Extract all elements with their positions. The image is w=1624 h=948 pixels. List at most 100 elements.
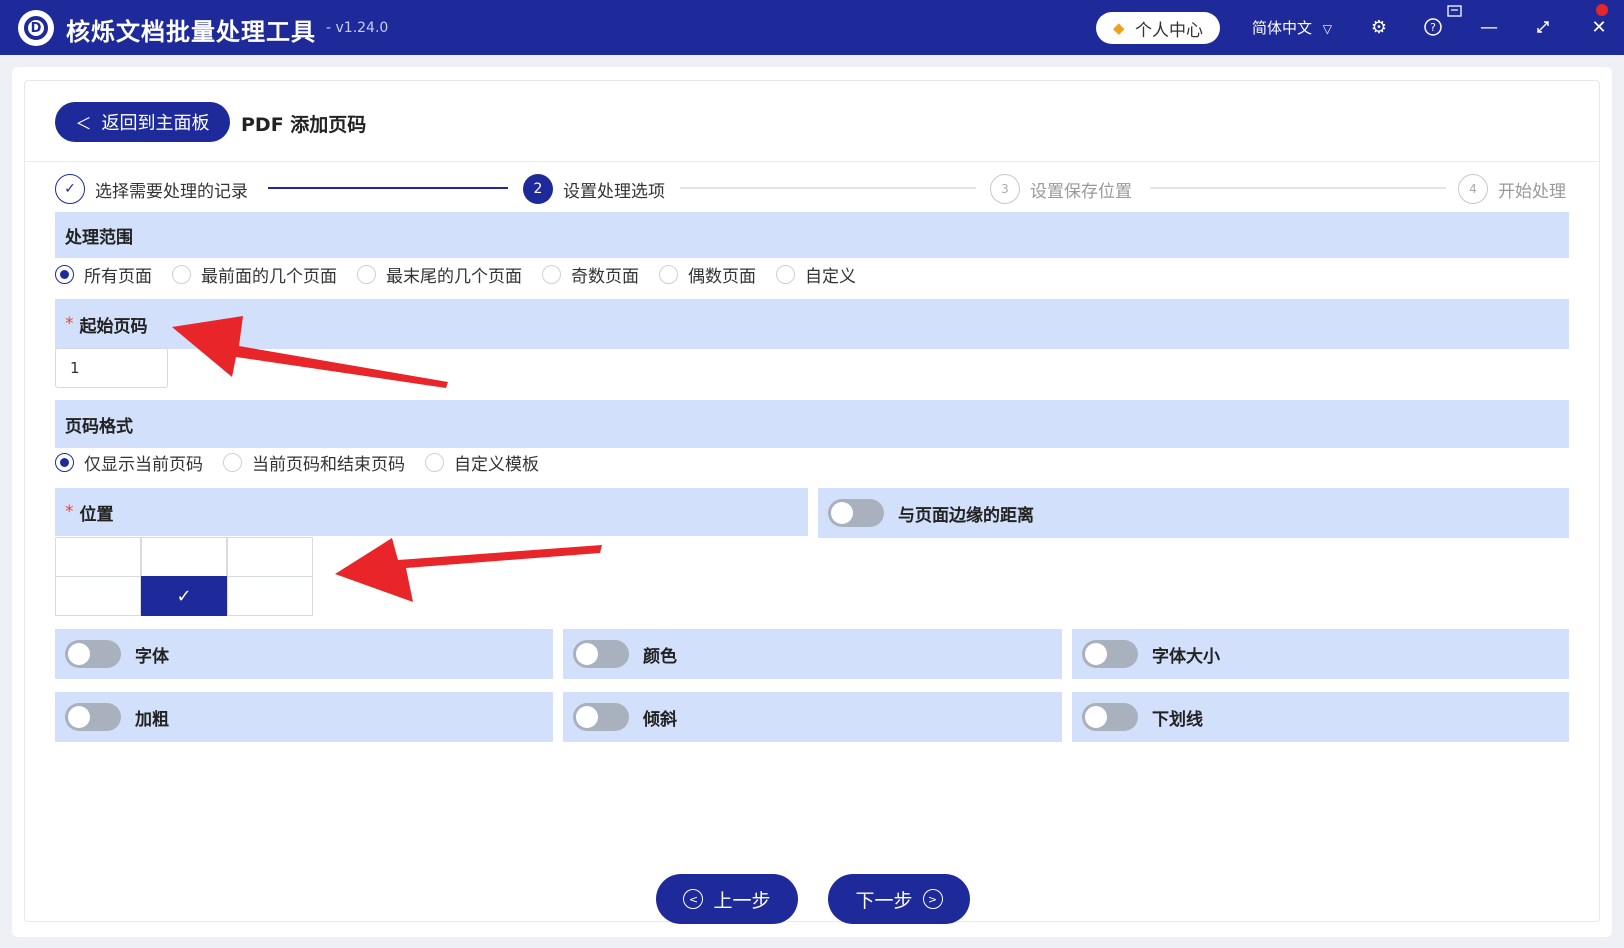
step-2: 2 设置处理选项 [523,174,665,204]
italic-toggle[interactable] [573,703,629,731]
position-top-left[interactable] [55,537,141,577]
required-asterisk: * [65,502,74,522]
format-title: 页码格式 [65,416,133,437]
start-page-input[interactable]: 1 [55,348,168,388]
user-center-button[interactable]: ◆ 个人中心 [1096,12,1220,44]
range-options: 所有页面 最前面的几个页面 最末尾的几个页面 奇数页面 偶数页面 自定义 [55,262,876,287]
bold-label: 加粗 [135,709,169,730]
step-1: ✓ 选择需要处理的记录 [55,174,248,204]
margin-section-header: 与页面边缘的距离 [818,488,1569,538]
italic-label: 倾斜 [643,709,677,730]
underline-toggle[interactable] [1082,703,1138,731]
radio-label: 当前页码和结束页码 [252,454,405,475]
font-toggle[interactable] [65,640,121,668]
font-toggle-row: 字体 [55,629,553,679]
previous-step-button[interactable]: < 上一步 [656,874,798,924]
check-icon: ✓ [176,585,192,607]
svg-text:?: ? [1430,21,1436,34]
user-center-label: 个人中心 [1135,20,1203,41]
format-option-template[interactable]: 自定义模板 [425,450,539,475]
step-label: 选择需要处理的记录 [95,181,248,202]
font-label: 字体 [135,646,169,667]
font-size-label: 字体大小 [1152,646,1220,667]
previous-label: 上一步 [713,889,771,912]
radio-label: 自定义 [805,266,856,287]
back-to-dashboard-button[interactable]: ＜ 返回到主面板 [55,102,230,142]
maximize-icon[interactable] [1530,14,1556,40]
step-label: 开始处理 [1498,181,1566,202]
position-bottom-left[interactable] [55,576,141,616]
start-page-section-header: * 起始页码 [55,299,1569,349]
color-toggle-row: 颜色 [563,629,1062,679]
chevron-right-circle-icon: > [922,889,943,909]
margin-toggle[interactable] [828,499,884,527]
language-selector[interactable]: 简体中文 ▽ [1252,17,1332,38]
app-logo-letter: D [24,16,48,40]
radio-button[interactable] [223,452,242,472]
radio-button[interactable] [55,452,74,472]
language-label: 简体中文 [1252,19,1313,37]
underline-toggle-row: 下划线 [1072,692,1569,742]
step-connector [680,187,976,189]
radio-label: 自定义模板 [454,454,539,475]
notification-icon[interactable] [1446,4,1464,20]
format-section-header: 页码格式 [55,400,1569,448]
settings-gear-icon[interactable]: ⚙ [1366,14,1392,40]
help-icon[interactable]: ? [1420,14,1446,40]
radio-button[interactable] [357,264,376,284]
color-toggle[interactable] [573,640,629,668]
format-option-current[interactable]: 仅显示当前页码 [55,450,203,475]
radio-label: 奇数页面 [571,266,639,287]
range-option-odd[interactable]: 奇数页面 [542,262,639,287]
range-option-last[interactable]: 最末尾的几个页面 [357,262,522,287]
chevron-down-icon: ▽ [1322,22,1333,36]
underline-label: 下划线 [1152,709,1203,730]
position-title: 位置 [79,504,114,525]
required-asterisk: * [65,314,74,334]
bold-toggle[interactable] [65,703,121,731]
page-title: PDF 添加页码 [241,114,367,136]
next-step-button[interactable]: 下一步 > [828,874,970,924]
app-logo: D [18,10,54,46]
radio-button[interactable] [776,264,795,284]
back-label: 返回到主面板 [101,113,210,134]
range-option-custom[interactable]: 自定义 [776,262,856,287]
step-label: 设置保存位置 [1030,181,1132,202]
format-option-current-total[interactable]: 当前页码和结束页码 [223,450,405,475]
step-number: 3 [990,174,1020,204]
margin-label: 与页面边缘的距离 [898,505,1034,526]
format-options: 仅显示当前页码 当前页码和结束页码 自定义模板 [55,450,559,475]
minimize-icon[interactable]: — [1476,14,1502,40]
radio-label: 仅显示当前页码 [84,454,203,475]
font-size-toggle[interactable] [1082,640,1138,668]
start-page-title: 起始页码 [79,316,148,337]
radio-label: 最末尾的几个页面 [386,266,522,287]
radio-button[interactable] [425,452,444,472]
radio-label: 所有页面 [84,266,152,287]
range-option-even[interactable]: 偶数页面 [659,262,756,287]
step-4: 4 开始处理 [1458,174,1566,204]
radio-button[interactable] [172,264,191,284]
position-bottom-right[interactable] [227,576,313,616]
chevron-left-circle-icon: < [683,889,704,909]
range-option-all[interactable]: 所有页面 [55,262,152,287]
font-size-toggle-row: 字体大小 [1072,629,1569,679]
step-connector [268,187,508,189]
position-bottom-center[interactable]: ✓ [141,576,227,616]
position-top-center[interactable] [141,537,227,577]
radio-label: 偶数页面 [688,266,756,287]
diamond-icon: ◆ [1113,19,1125,37]
radio-button[interactable] [542,264,561,284]
alert-dot-icon [1596,4,1608,16]
check-circle-icon: ✓ [55,174,85,204]
range-option-first[interactable]: 最前面的几个页面 [172,262,337,287]
radio-button[interactable] [659,264,678,284]
radio-button[interactable] [55,264,74,284]
step-label: 设置处理选项 [563,181,665,202]
bold-toggle-row: 加粗 [55,692,553,742]
range-section-header: 处理范围 [55,212,1569,258]
step-connector [1150,187,1446,189]
close-icon[interactable]: ✕ [1586,14,1612,40]
position-top-right[interactable] [227,537,313,577]
step-number: 4 [1458,174,1488,204]
